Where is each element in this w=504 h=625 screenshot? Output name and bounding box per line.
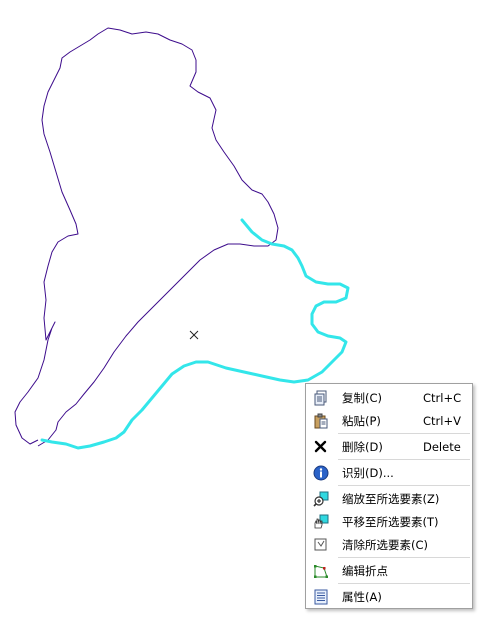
menu-item-properties[interactable]: 属性(A): [306, 585, 472, 608]
menu-item-label: 属性(A): [342, 589, 382, 604]
menu-item-label: 清除所选要素(C): [342, 537, 429, 552]
context-menu: 复制(C) Ctrl+C 粘贴(P) Ctrl+V 删除(D) Delete 识…: [305, 383, 473, 609]
menu-item-copy[interactable]: 复制(C) Ctrl+C: [306, 386, 472, 409]
paste-icon: [306, 409, 336, 432]
x-marker-icon: [189, 330, 199, 340]
zoom-to-selected-icon: [306, 487, 336, 510]
edit-vertices-icon: [306, 559, 336, 582]
menu-item-pan-to-selected[interactable]: 平移至所选要素(T): [306, 510, 472, 533]
menu-item-label: 复制(C): [342, 390, 383, 405]
info-icon: [306, 461, 336, 484]
pan-to-selected-icon: [306, 510, 336, 533]
copy-icon: [306, 386, 336, 409]
menu-item-edit-vertices[interactable]: 编辑折点: [306, 559, 472, 582]
menu-separator: [338, 459, 470, 460]
menu-separator: [338, 433, 470, 434]
menu-item-identify[interactable]: 识别(D)...: [306, 461, 472, 484]
polygon-feature[interactable]: [14, 27, 279, 447]
menu-separator: [338, 485, 470, 486]
delete-icon: [306, 435, 336, 458]
clear-selection-icon: [306, 533, 336, 556]
menu-item-clear-selected[interactable]: 清除所选要素(C): [306, 533, 472, 556]
menu-item-label: 编辑折点: [342, 563, 388, 578]
menu-item-label: 识别(D)...: [342, 465, 394, 480]
menu-item-shortcut: Ctrl+C: [423, 390, 462, 405]
properties-icon: [306, 585, 336, 608]
menu-item-zoom-to-selected[interactable]: 缩放至所选要素(Z): [306, 487, 472, 510]
menu-item-delete[interactable]: 删除(D) Delete: [306, 435, 472, 458]
menu-item-label: 平移至所选要素(T): [342, 514, 439, 529]
menu-item-label: 缩放至所选要素(Z): [342, 491, 440, 506]
menu-item-label: 删除(D): [342, 439, 383, 454]
menu-item-shortcut: Ctrl+V: [423, 413, 461, 428]
menu-item-paste[interactable]: 粘贴(P) Ctrl+V: [306, 409, 472, 432]
menu-item-label: 粘贴(P): [342, 413, 381, 428]
menu-item-shortcut: Delete: [423, 439, 461, 454]
menu-separator: [338, 583, 470, 584]
menu-separator: [338, 557, 470, 558]
